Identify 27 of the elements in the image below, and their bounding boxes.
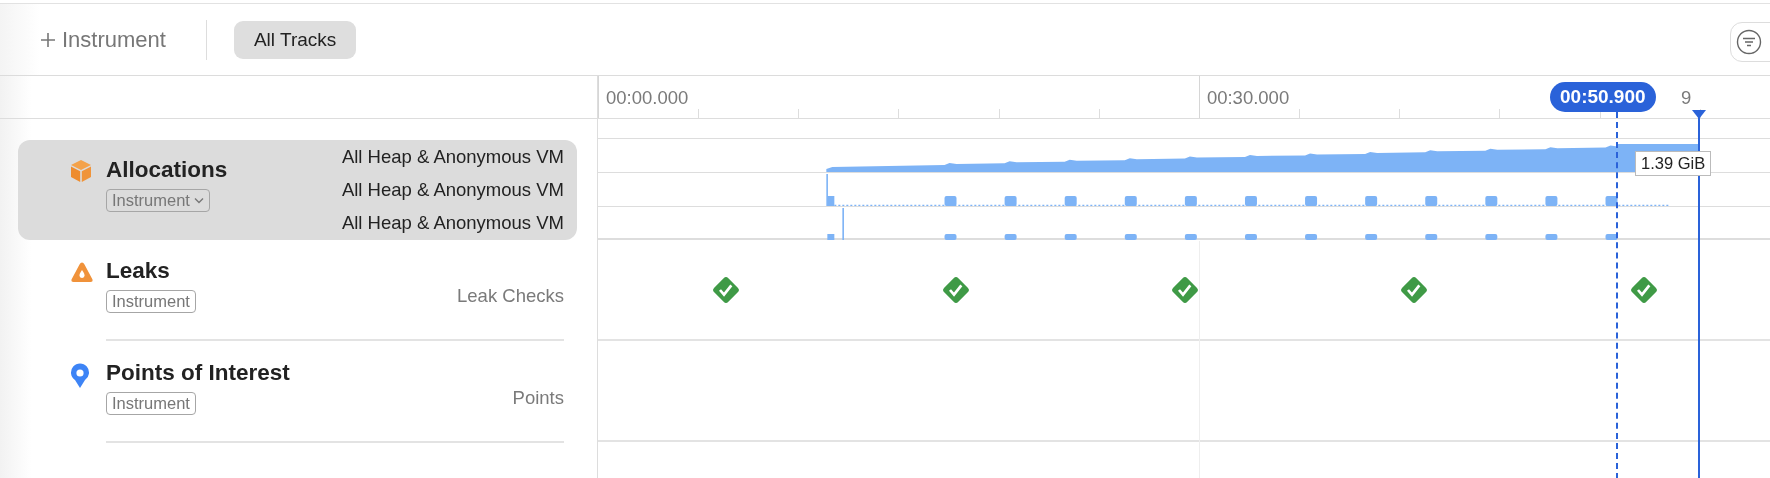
add-instrument-button[interactable]: Instrument xyxy=(38,22,168,57)
lane-label: All Heap & Anonymous VM xyxy=(341,179,564,201)
instrument-badge: Instrument xyxy=(106,392,196,415)
time-label: 00:30.000 xyxy=(1206,87,1290,109)
value-callout: 1.39 GiB xyxy=(1635,151,1712,176)
instrument-badge[interactable]: Instrument xyxy=(106,189,210,212)
plus-icon xyxy=(40,31,56,48)
lane-label: Points xyxy=(512,387,564,409)
drop-triangle-icon xyxy=(70,261,94,283)
inspection-time-badge[interactable]: 00:50.900 xyxy=(1550,82,1656,112)
track-header[interactable]: Allocations Instrument All Heap & Anonymous VM All Heap & Anonymous VM All Heap & Anonymous VM xyxy=(18,140,577,240)
time-label: 9 xyxy=(1681,87,1692,109)
filter-icon xyxy=(1736,29,1762,55)
track-name: Leaks xyxy=(106,258,170,284)
all-tracks-tab[interactable]: All Tracks xyxy=(233,20,357,59)
cube-icon xyxy=(70,159,92,183)
chevron-icon xyxy=(193,196,204,205)
lane-label: Leak Checks xyxy=(457,285,564,307)
inspection-line[interactable] xyxy=(1616,112,1618,478)
location-pin-icon xyxy=(70,363,90,389)
lane-label: All Heap & Anonymous VM xyxy=(341,212,564,235)
track-name: Allocations xyxy=(106,157,228,183)
filter-button[interactable] xyxy=(1730,22,1770,62)
track-name: Points of Interest xyxy=(106,360,290,386)
instrument-badge: Instrument xyxy=(106,290,196,313)
lane-label: All Heap & Anonymous VM xyxy=(341,145,564,168)
time-label: 00:00.000 xyxy=(606,87,689,109)
